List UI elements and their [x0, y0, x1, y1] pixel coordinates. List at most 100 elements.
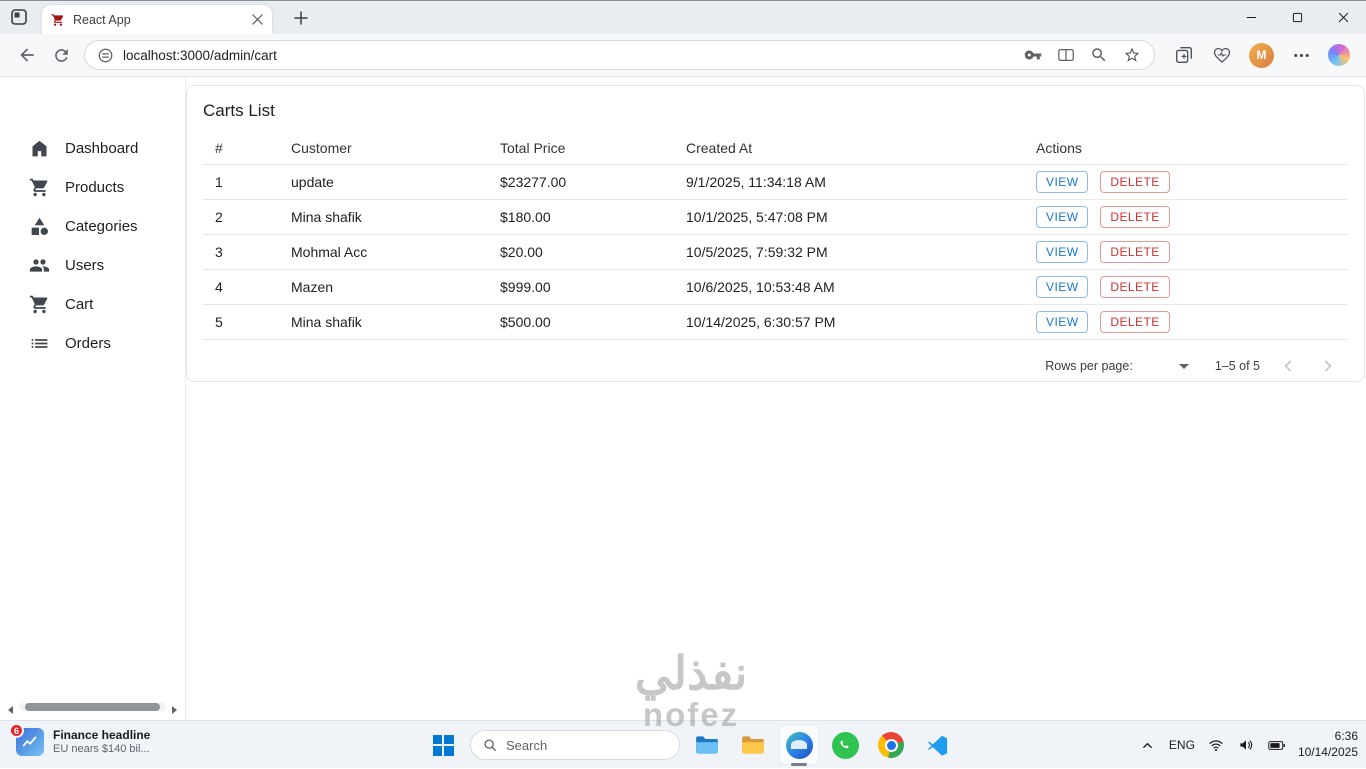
password-key-icon[interactable] [1023, 45, 1043, 65]
sidebar-item-orders[interactable]: Orders [0, 324, 185, 363]
cell-customer: update [279, 164, 488, 200]
sidebar-item-products[interactable]: Products [0, 168, 185, 207]
edge-browser-button[interactable] [780, 726, 818, 764]
delete-button[interactable]: DELETE [1100, 206, 1170, 228]
cell-total-price: $180.00 [488, 199, 674, 235]
sidebar-item-cart[interactable]: Cart [0, 285, 185, 324]
carts-table-body: 1 update $23277.00 9/1/2025, 11:34:18 AM… [203, 164, 1348, 340]
back-icon[interactable] [13, 41, 41, 69]
edge-icon [785, 731, 813, 759]
refresh-icon[interactable] [47, 41, 75, 69]
table-row: 4 Mazen $999.00 10/6/2025, 10:53:48 AM V… [203, 269, 1348, 305]
cell-total-price: $500.00 [488, 304, 674, 340]
rows-per-page-label: Rows per page: [1045, 359, 1133, 373]
taskbar-search[interactable]: Search [470, 730, 680, 760]
cell-total-price: $999.00 [488, 269, 674, 305]
page-content: Dashboard Products Categories Users Cart… [0, 77, 1366, 720]
chrome-button[interactable] [872, 726, 910, 764]
delete-button[interactable]: DELETE [1100, 171, 1170, 193]
view-button[interactable]: VIEW [1036, 276, 1089, 298]
taskbar-center: Search [424, 721, 956, 769]
new-tab-button[interactable] [292, 9, 309, 26]
url-text[interactable]: localhost:3000/admin/cart [123, 48, 1010, 63]
news-widget[interactable]: 6 Finance headline EU nears $140 bil... [9, 723, 150, 757]
table-row: 5 Mina shafik $500.00 10/14/2025, 6:30:5… [203, 304, 1348, 340]
previous-page-icon[interactable] [1276, 354, 1300, 378]
rows-per-page-select[interactable] [1155, 363, 1189, 369]
window-close-button[interactable] [1320, 1, 1366, 34]
cell-customer: Mazen [279, 269, 488, 305]
scrollbar-track[interactable] [19, 703, 166, 711]
collections-icon[interactable] [1173, 44, 1195, 66]
cell-total-price: $23277.00 [488, 164, 674, 200]
sidebar-item-label: Products [65, 179, 125, 196]
chrome-icon [878, 732, 904, 758]
copilot-icon[interactable] [1328, 44, 1350, 66]
view-button[interactable]: VIEW [1036, 311, 1089, 333]
folder-icon [742, 736, 764, 754]
address-bar[interactable]: localhost:3000/admin/cart [84, 40, 1155, 70]
delete-button[interactable]: DELETE [1100, 276, 1170, 298]
scroll-left-icon[interactable] [6, 702, 16, 714]
sidebar-item-label: Orders [65, 335, 111, 352]
widget-subtitle: EU nears $140 bil... [53, 743, 150, 755]
file-explorer-icon [696, 736, 718, 754]
tab-close-icon[interactable] [252, 14, 263, 25]
header-num: # [203, 131, 279, 165]
clock-time: 6:36 [1334, 729, 1358, 744]
volume-icon[interactable] [1238, 737, 1255, 754]
taskbar-clock[interactable]: 6:36 10/14/2025 [1298, 729, 1358, 760]
profile-avatar[interactable]: M [1249, 42, 1274, 68]
favorites-star-icon[interactable] [1122, 45, 1142, 65]
battery-icon[interactable] [1268, 737, 1285, 754]
settings-more-icon[interactable] [1290, 44, 1312, 66]
scroll-right-icon[interactable] [169, 702, 179, 714]
tray-chevron-up-icon[interactable] [1139, 737, 1156, 754]
tab-actions-icon[interactable] [10, 8, 28, 26]
sidebar-item-categories[interactable]: Categories [0, 207, 185, 246]
windows-taskbar: 6 Finance headline EU nears $140 bil... … [0, 720, 1366, 768]
view-button[interactable]: VIEW [1036, 206, 1089, 228]
window-maximize-button[interactable] [1274, 1, 1320, 34]
cell-created-at: 10/5/2025, 7:59:32 PM [674, 234, 1024, 270]
cell-customer: Mohmal Acc [279, 234, 488, 270]
system-tray: ENG 6:36 10/14/2025 [1139, 721, 1358, 769]
cell-customer: Mina shafik [279, 304, 488, 340]
site-info-icon[interactable] [97, 47, 114, 64]
browser-essentials-icon[interactable] [1211, 44, 1233, 66]
cell-created-at: 10/14/2025, 6:30:57 PM [674, 304, 1024, 340]
cell-created-at: 10/6/2025, 10:53:48 AM [674, 269, 1024, 305]
cell-created-at: 9/1/2025, 11:34:18 AM [674, 164, 1024, 200]
browser-tab[interactable]: React App [42, 5, 272, 34]
cell-num: 4 [203, 269, 279, 305]
browser-toolbar: localhost:3000/admin/cart M [0, 34, 1366, 77]
sidebar-item-users[interactable]: Users [0, 246, 185, 285]
delete-button[interactable]: DELETE [1100, 311, 1170, 333]
file-explorer-button[interactable] [688, 726, 726, 764]
vscode-button[interactable] [918, 726, 956, 764]
cell-total-price: $20.00 [488, 234, 674, 270]
zoom-search-icon[interactable] [1089, 45, 1109, 65]
search-icon [483, 738, 497, 752]
view-button[interactable]: VIEW [1036, 241, 1089, 263]
table-row: 2 Mina shafik $180.00 10/1/2025, 5:47:08… [203, 199, 1348, 235]
sidebar-item-label: Users [65, 257, 105, 274]
scrollbar-thumb[interactable] [25, 703, 160, 711]
wifi-icon[interactable] [1208, 737, 1225, 754]
view-button[interactable]: VIEW [1036, 171, 1089, 193]
whatsapp-button[interactable] [826, 726, 864, 764]
category-icon [29, 216, 50, 237]
delete-button[interactable]: DELETE [1100, 241, 1170, 263]
sidebar-horizontal-scrollbar[interactable] [6, 702, 179, 714]
sidebar-item-dashboard[interactable]: Dashboard [0, 129, 185, 168]
start-button[interactable] [424, 726, 462, 764]
sidebar-item-label: Categories [65, 218, 138, 235]
split-screen-icon[interactable] [1056, 45, 1076, 65]
people-icon [29, 255, 50, 276]
language-indicator[interactable]: ENG [1169, 738, 1195, 752]
window-minimize-button[interactable] [1228, 1, 1274, 34]
next-page-icon[interactable] [1316, 354, 1340, 378]
cell-num: 1 [203, 164, 279, 200]
cell-num: 2 [203, 199, 279, 235]
folder-button[interactable] [734, 726, 772, 764]
